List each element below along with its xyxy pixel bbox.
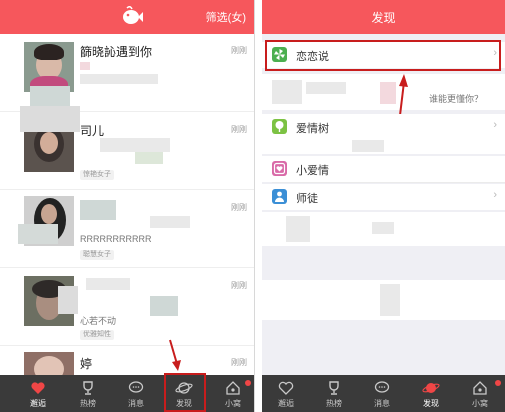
discover-item-shitu[interactable]: 师徒 ›: [262, 184, 505, 210]
chat-bubble-icon: [128, 381, 144, 393]
tab-discover[interactable]: 发现: [407, 375, 455, 412]
right-screen: 发现 恋恋说 › 谁能更懂你？ 爱情树 › 小爱情 师徒 › 邂逅 热榜 消息 …: [262, 0, 505, 412]
planet-icon: [175, 382, 193, 394]
list-item[interactable]: 刚刚 RRRRRRRRRRR 聪慧女子: [0, 190, 254, 268]
post-time: 刚刚: [231, 125, 247, 134]
house-icon: [473, 381, 487, 395]
list-item[interactable]: 刚刚 心若不动 优雅知性: [0, 268, 254, 346]
post-time: 刚刚: [231, 358, 247, 367]
tab-encounter[interactable]: 邂逅: [262, 375, 310, 412]
post-time: 刚刚: [231, 203, 247, 212]
chevron-right-icon: ›: [493, 47, 497, 59]
notification-dot: [495, 380, 501, 386]
planet-icon: [422, 383, 440, 393]
page-title: 发现: [371, 11, 396, 25]
tab-ranking[interactable]: 热榜: [64, 375, 112, 412]
heart-box-icon: [272, 161, 287, 176]
post-time: 刚刚: [231, 281, 247, 290]
trophy-icon: [329, 381, 339, 395]
tab-messages[interactable]: 消息: [112, 375, 160, 412]
chat-bubble-icon: [374, 381, 390, 393]
bottom-tab-bar: 邂逅 热榜 消息 发现 小窝: [262, 375, 505, 412]
left-screen: 筛选(女) 篩晓訫遇到你 刚刚 司儿 刚刚 惊艳女子 刚刚 RRRRRRRRRR…: [0, 0, 255, 412]
user-status: RRRRRRRRRRR: [80, 234, 152, 244]
discover-item-lianlianshuo[interactable]: 恋恋说 ›: [262, 42, 505, 68]
user-tag: 优雅知性: [80, 330, 114, 340]
post-time: 刚刚: [231, 46, 247, 55]
discover-item-xiaoaiqing[interactable]: 小爱情: [262, 156, 505, 182]
house-icon: [226, 381, 240, 395]
list-item[interactable]: 司儿 刚刚 惊艳女子: [0, 106, 254, 190]
tree-icon: [272, 119, 287, 134]
heart-icon: [278, 381, 294, 395]
chevron-right-icon: ›: [493, 189, 497, 201]
top-bar: 发现: [262, 0, 505, 34]
person-icon: [272, 189, 287, 204]
user-status: 心若不动: [80, 316, 117, 326]
trophy-icon: [83, 381, 93, 395]
user-tag: 惊艳女子: [80, 170, 114, 180]
tab-encounter[interactable]: 邂逅: [14, 375, 62, 412]
user-name: 婷: [80, 357, 93, 371]
notification-dot: [245, 380, 251, 386]
user-tag: 聪慧女子: [80, 250, 114, 260]
tab-discover[interactable]: 发现: [160, 375, 208, 412]
top-bar: 筛选(女): [0, 0, 254, 34]
heart-icon: [31, 382, 45, 394]
bottom-tab-bar: 邂逅 热榜 消息 发现 小窝: [0, 375, 254, 412]
fish-logo-icon: [123, 6, 143, 24]
annotation-arrow-icon: [169, 339, 181, 371]
filter-button[interactable]: 筛选(女): [206, 9, 246, 25]
chevron-right-icon: ›: [493, 119, 497, 131]
list-item[interactable]: 篩晓訫遇到你 刚刚: [0, 34, 254, 112]
user-name: 司儿: [80, 124, 105, 138]
pinwheel-icon: [272, 47, 287, 62]
user-name: 篩晓訫遇到你: [80, 45, 153, 59]
hint-text: 谁能更懂你？: [428, 94, 483, 104]
tab-messages[interactable]: 消息: [358, 375, 406, 412]
discover-item-aiqingshu[interactable]: 爱情树 ›: [262, 114, 505, 140]
avatar[interactable]: [24, 42, 74, 92]
tab-ranking[interactable]: 热榜: [310, 375, 358, 412]
